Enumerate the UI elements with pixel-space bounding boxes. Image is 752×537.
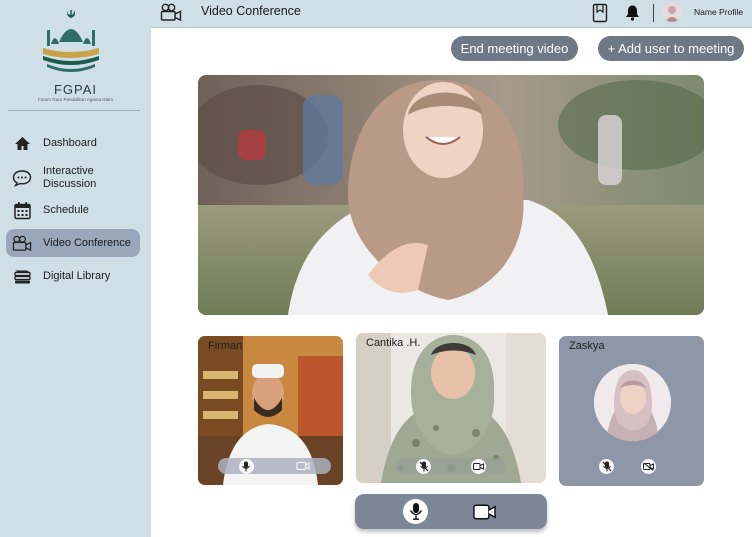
speaker-video-image: [198, 75, 704, 315]
calendar-icon: [12, 200, 32, 220]
participant-avatar: [594, 364, 671, 441]
avatar[interactable]: [662, 2, 682, 22]
sidebar-item-label: Schedule: [43, 203, 89, 216]
divider: [8, 110, 140, 111]
sidebar-item-digital-library[interactable]: Digital Library: [6, 266, 140, 286]
participant-tile[interactable]: Zaskya: [559, 336, 704, 486]
page-title: Video Conference: [201, 4, 301, 18]
main-video-feed[interactable]: [198, 75, 704, 315]
sidebar-item-label: Digital Library: [43, 269, 111, 282]
sidebar-item-interactive-discussion[interactable]: Interactive Discussion: [6, 164, 140, 192]
sidebar-item-schedule[interactable]: Schedule: [6, 200, 140, 220]
sidebar-item-dashboard[interactable]: Dashboard: [6, 133, 140, 153]
sidebar-item-video-conference[interactable]: Video Conference: [6, 229, 140, 257]
sidebar-item-label: Dashboard: [43, 136, 97, 149]
end-meeting-button[interactable]: End meeting video: [451, 36, 578, 61]
add-user-button[interactable]: + Add user to meeting: [598, 36, 744, 61]
camera-icon[interactable]: [295, 459, 310, 474]
sidebar-item-label: Video Conference: [43, 236, 131, 249]
participant-controls: [396, 458, 506, 474]
microphone-icon[interactable]: [403, 499, 428, 524]
participant-controls: [218, 458, 331, 474]
video-conference-icon: [12, 233, 32, 253]
brand-name: FGPAI: [53, 82, 98, 97]
sidebar-item-label: Interactive Discussion: [43, 165, 97, 190]
participant-name: Zaskya: [569, 340, 605, 352]
sidebar: FGPAI Forum Guru Pendidikan Agama Islam …: [0, 0, 151, 537]
divider: [653, 4, 654, 22]
mosque-logo-icon: [43, 10, 99, 72]
participant-name: Firman: [208, 340, 243, 352]
books-icon: [12, 266, 32, 286]
meeting-controls-bar: [355, 494, 547, 529]
camera-icon[interactable]: [472, 499, 497, 524]
avatar-image: [594, 364, 671, 441]
participant-tile[interactable]: Firman: [198, 336, 343, 485]
bell-icon[interactable]: [625, 4, 640, 26]
top-bar: Video Conference Name Profile: [151, 0, 752, 28]
microphone-icon[interactable]: [238, 458, 254, 474]
participant-tile[interactable]: Cantika .H.: [356, 333, 546, 483]
bookmark-icon[interactable]: [592, 3, 608, 28]
chat-icon: [12, 168, 32, 188]
video-camera-icon: [160, 3, 182, 27]
home-icon: [12, 133, 32, 153]
profile-name[interactable]: Name Profile: [694, 7, 743, 17]
camera-icon[interactable]: [471, 458, 486, 474]
microphone-muted-icon[interactable]: [416, 458, 431, 474]
camera-off-icon[interactable]: [641, 459, 656, 474]
participant-name: Cantika .H.: [366, 337, 421, 349]
brand-subtitle: Forum Guru Pendidikan Agama Islam: [37, 97, 114, 102]
microphone-muted-icon[interactable]: [599, 459, 614, 474]
